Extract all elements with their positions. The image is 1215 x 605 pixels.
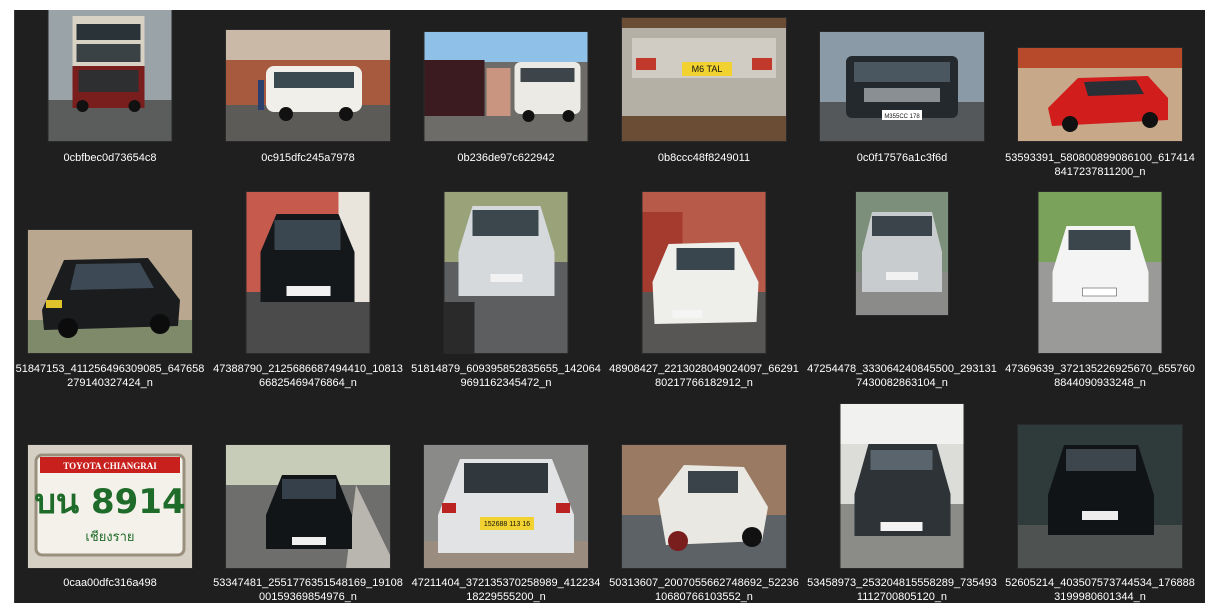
- license-plate-text: บน 8914: [34, 482, 185, 522]
- license-plate-province: เชียงราย: [85, 529, 134, 545]
- file-name: 47211404_372135370258989_412234182295552…: [411, 577, 601, 603]
- file-item[interactable]: 53347481_2551776351548169_19108001593698…: [213, 10, 403, 603]
- thumbnail-image[interactable]: TOYOTA CHIANGRAI บน 8914 เชียงราย: [28, 445, 192, 568]
- thumbnail-image[interactable]: [840, 404, 964, 568]
- thumbnail-image[interactable]: [226, 445, 390, 568]
- file-browser-thumbnail-view: 0cbfbec0d73654c8 0c915dfc245a7978 0b236d…: [14, 10, 1205, 603]
- file-name: 53458973_253204815558289_735493111270080…: [807, 577, 997, 603]
- file-item[interactable]: TOYOTA CHIANGRAI บน 8914 เชียงราย 0caa00…: [15, 10, 205, 589]
- file-item[interactable]: 152688 113 16 47211404_372135370258989_4…: [411, 10, 601, 603]
- file-name: 0caa00dfc316a498: [63, 577, 157, 589]
- thumbnail-grid: 0cbfbec0d73654c8 0c915dfc245a7978 0b236d…: [15, 10, 1205, 603]
- file-item[interactable]: 53458973_253204815558289_735493111270080…: [807, 10, 997, 603]
- thumbnail-image[interactable]: [1038, 192, 1162, 353]
- file-name: 48908427_2213028049024097_66291802177661…: [609, 363, 799, 389]
- file-name: 52605214_403507573744534_176888319998060…: [1005, 577, 1195, 603]
- file-name: 47388790_2125686687494410_10813668254694…: [213, 363, 403, 389]
- thumbnail-image[interactable]: [246, 192, 370, 353]
- file-name: 51814879_609395852835655_142064969116234…: [411, 363, 601, 389]
- thumbnail-image[interactable]: [856, 192, 948, 315]
- file-item[interactable]: 52605214_403507573744534_176888319998060…: [1005, 10, 1195, 603]
- thumbnail-image[interactable]: [1018, 425, 1182, 568]
- file-name: 51847153_411256496309085_647658279140327…: [15, 363, 205, 389]
- file-name: 50313607_2007055662748692_52236106807661…: [609, 577, 799, 603]
- thumbnail-image[interactable]: [622, 445, 786, 568]
- file-name: 53347481_2551776351548169_19108001593698…: [213, 577, 403, 603]
- thumbnail-image[interactable]: 152688 113 16: [424, 445, 588, 568]
- file-name: 47254478_333064240845500_293131743008286…: [807, 363, 997, 389]
- file-name: 47369639_372135226925670_655760884409093…: [1005, 363, 1195, 389]
- thumbnail-image[interactable]: [28, 230, 192, 353]
- license-plate-text: 152688 113 16: [484, 521, 530, 528]
- file-item[interactable]: 50313607_2007055662748692_52236106807661…: [609, 10, 799, 603]
- thumbnail-image[interactable]: [444, 192, 568, 353]
- thumbnail-image[interactable]: [642, 192, 766, 353]
- dealer-text: TOYOTA CHIANGRAI: [63, 461, 157, 471]
